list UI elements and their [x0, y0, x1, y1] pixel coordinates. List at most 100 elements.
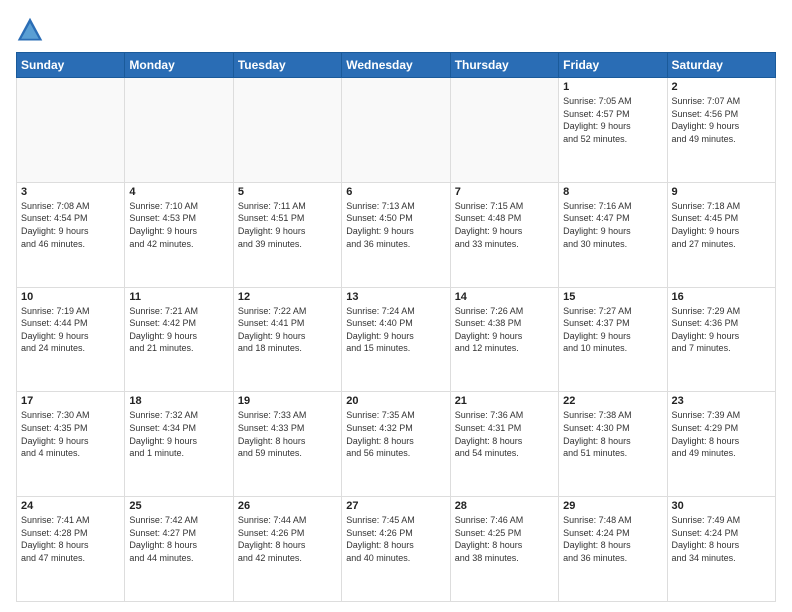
day-number: 26	[238, 500, 337, 512]
day-number: 30	[672, 500, 771, 512]
day-info: Sunrise: 7:05 AM Sunset: 4:57 PM Dayligh…	[563, 95, 662, 145]
calendar-cell: 1 Sunrise: 7:05 AM Sunset: 4:57 PM Daylig…	[559, 78, 667, 183]
day-number: 17	[21, 395, 120, 407]
day-info: Sunrise: 7:32 AM Sunset: 4:34 PM Dayligh…	[129, 409, 228, 459]
day-info: Sunrise: 7:19 AM Sunset: 4:44 PM Dayligh…	[21, 305, 120, 355]
day-info: Sunrise: 7:08 AM Sunset: 4:54 PM Dayligh…	[21, 200, 120, 250]
calendar-cell	[233, 78, 341, 183]
day-number: 22	[563, 395, 662, 407]
calendar-cell: 21Sunrise: 7:36 AM Sunset: 4:31 PM Dayli…	[450, 392, 558, 497]
calendar-cell: 7Sunrise: 7:15 AM Sunset: 4:48 PM Daylig…	[450, 182, 558, 287]
day-info: Sunrise: 7:30 AM Sunset: 4:35 PM Dayligh…	[21, 409, 120, 459]
calendar-header-wednesday: Wednesday	[342, 53, 450, 78]
calendar-cell: 3 Sunrise: 7:08 AM Sunset: 4:54 PM Daylig…	[17, 182, 125, 287]
day-number: 19	[238, 395, 337, 407]
calendar-header-thursday: Thursday	[450, 53, 558, 78]
calendar-cell: 11 Sunrise: 7:21 AM Sunset: 4:42 PM Dayli…	[125, 287, 233, 392]
day-info: Sunrise: 7:13 AM Sunset: 4:50 PM Dayligh…	[346, 200, 445, 250]
calendar-header-saturday: Saturday	[667, 53, 775, 78]
day-number: 6	[346, 186, 445, 198]
day-number: 8	[563, 186, 662, 198]
calendar-cell: 30 Sunrise: 7:49 AM Sunset: 4:24 PM Dayli…	[667, 497, 775, 602]
day-number: 24	[21, 500, 120, 512]
calendar-cell: 26Sunrise: 7:44 AM Sunset: 4:26 PM Dayli…	[233, 497, 341, 602]
calendar-cell: 2 Sunrise: 7:07 AM Sunset: 4:56 PM Daylig…	[667, 78, 775, 183]
calendar-cell: 4 Sunrise: 7:10 AM Sunset: 4:53 PM Daylig…	[125, 182, 233, 287]
day-info: Sunrise: 7:26 AM Sunset: 4:38 PM Dayligh…	[455, 305, 554, 355]
day-number: 28	[455, 500, 554, 512]
calendar-cell: 18 Sunrise: 7:32 AM Sunset: 4:34 PM Dayli…	[125, 392, 233, 497]
header	[16, 16, 776, 44]
calendar-cell	[342, 78, 450, 183]
calendar-cell: 24 Sunrise: 7:41 AM Sunset: 4:28 PM Dayli…	[17, 497, 125, 602]
calendar-cell: 10 Sunrise: 7:19 AM Sunset: 4:44 PM Dayli…	[17, 287, 125, 392]
day-number: 14	[455, 291, 554, 303]
day-number: 16	[672, 291, 771, 303]
day-info: Sunrise: 7:10 AM Sunset: 4:53 PM Dayligh…	[129, 200, 228, 250]
day-info: Sunrise: 7:16 AM Sunset: 4:47 PM Dayligh…	[563, 200, 662, 250]
calendar-cell: 23 Sunrise: 7:39 AM Sunset: 4:29 PM Dayli…	[667, 392, 775, 497]
day-number: 25	[129, 500, 228, 512]
calendar-table: SundayMondayTuesdayWednesdayThursdayFrid…	[16, 52, 776, 602]
calendar-cell: 6 Sunrise: 7:13 AM Sunset: 4:50 PM Daylig…	[342, 182, 450, 287]
day-info: Sunrise: 7:39 AM Sunset: 4:29 PM Dayligh…	[672, 409, 771, 459]
day-info: Sunrise: 7:46 AM Sunset: 4:25 PM Dayligh…	[455, 514, 554, 564]
day-number: 18	[129, 395, 228, 407]
calendar-header-sunday: Sunday	[17, 53, 125, 78]
day-info: Sunrise: 7:15 AM Sunset: 4:48 PM Dayligh…	[455, 200, 554, 250]
calendar-week-5: 24 Sunrise: 7:41 AM Sunset: 4:28 PM Dayli…	[17, 497, 776, 602]
day-number: 2	[672, 81, 771, 93]
day-info: Sunrise: 7:48 AM Sunset: 4:24 PM Dayligh…	[563, 514, 662, 564]
calendar-week-4: 17 Sunrise: 7:30 AM Sunset: 4:35 PM Dayli…	[17, 392, 776, 497]
day-info: Sunrise: 7:41 AM Sunset: 4:28 PM Dayligh…	[21, 514, 120, 564]
day-number: 10	[21, 291, 120, 303]
calendar-week-3: 10 Sunrise: 7:19 AM Sunset: 4:44 PM Dayli…	[17, 287, 776, 392]
logo-icon	[16, 16, 44, 44]
day-number: 12	[238, 291, 337, 303]
day-info: Sunrise: 7:07 AM Sunset: 4:56 PM Dayligh…	[672, 95, 771, 145]
page: SundayMondayTuesdayWednesdayThursdayFrid…	[0, 0, 792, 612]
calendar-cell: 20Sunrise: 7:35 AM Sunset: 4:32 PM Dayli…	[342, 392, 450, 497]
calendar-cell: 29 Sunrise: 7:48 AM Sunset: 4:24 PM Dayli…	[559, 497, 667, 602]
calendar-cell: 28 Sunrise: 7:46 AM Sunset: 4:25 PM Dayli…	[450, 497, 558, 602]
calendar-cell: 5 Sunrise: 7:11 AM Sunset: 4:51 PM Daylig…	[233, 182, 341, 287]
day-info: Sunrise: 7:18 AM Sunset: 4:45 PM Dayligh…	[672, 200, 771, 250]
calendar-cell	[125, 78, 233, 183]
day-info: Sunrise: 7:45 AM Sunset: 4:26 PM Dayligh…	[346, 514, 445, 564]
day-number: 11	[129, 291, 228, 303]
calendar-header-tuesday: Tuesday	[233, 53, 341, 78]
day-number: 15	[563, 291, 662, 303]
day-info: Sunrise: 7:38 AM Sunset: 4:30 PM Dayligh…	[563, 409, 662, 459]
calendar-week-2: 3 Sunrise: 7:08 AM Sunset: 4:54 PM Daylig…	[17, 182, 776, 287]
calendar-cell: 8 Sunrise: 7:16 AM Sunset: 4:47 PM Daylig…	[559, 182, 667, 287]
calendar-cell: 16 Sunrise: 7:29 AM Sunset: 4:36 PM Dayli…	[667, 287, 775, 392]
calendar-cell: 19Sunrise: 7:33 AM Sunset: 4:33 PM Dayli…	[233, 392, 341, 497]
calendar-week-1: 1 Sunrise: 7:05 AM Sunset: 4:57 PM Daylig…	[17, 78, 776, 183]
day-number: 3	[21, 186, 120, 198]
day-number: 1	[563, 81, 662, 93]
calendar-cell	[450, 78, 558, 183]
calendar-cell: 15 Sunrise: 7:27 AM Sunset: 4:37 PM Dayli…	[559, 287, 667, 392]
day-number: 23	[672, 395, 771, 407]
day-info: Sunrise: 7:35 AM Sunset: 4:32 PM Dayligh…	[346, 409, 445, 459]
day-info: Sunrise: 7:21 AM Sunset: 4:42 PM Dayligh…	[129, 305, 228, 355]
calendar-cell: 25 Sunrise: 7:42 AM Sunset: 4:27 PM Dayli…	[125, 497, 233, 602]
day-info: Sunrise: 7:22 AM Sunset: 4:41 PM Dayligh…	[238, 305, 337, 355]
day-info: Sunrise: 7:11 AM Sunset: 4:51 PM Dayligh…	[238, 200, 337, 250]
calendar-cell: 22 Sunrise: 7:38 AM Sunset: 4:30 PM Dayli…	[559, 392, 667, 497]
day-number: 4	[129, 186, 228, 198]
calendar-header-row: SundayMondayTuesdayWednesdayThursdayFrid…	[17, 53, 776, 78]
day-info: Sunrise: 7:49 AM Sunset: 4:24 PM Dayligh…	[672, 514, 771, 564]
day-info: Sunrise: 7:29 AM Sunset: 4:36 PM Dayligh…	[672, 305, 771, 355]
calendar-header-monday: Monday	[125, 53, 233, 78]
day-info: Sunrise: 7:24 AM Sunset: 4:40 PM Dayligh…	[346, 305, 445, 355]
calendar-cell: 12 Sunrise: 7:22 AM Sunset: 4:41 PM Dayli…	[233, 287, 341, 392]
calendar-cell	[17, 78, 125, 183]
day-number: 5	[238, 186, 337, 198]
calendar-cell: 14 Sunrise: 7:26 AM Sunset: 4:38 PM Dayli…	[450, 287, 558, 392]
day-info: Sunrise: 7:42 AM Sunset: 4:27 PM Dayligh…	[129, 514, 228, 564]
day-info: Sunrise: 7:27 AM Sunset: 4:37 PM Dayligh…	[563, 305, 662, 355]
day-number: 29	[563, 500, 662, 512]
day-number: 21	[455, 395, 554, 407]
day-number: 9	[672, 186, 771, 198]
